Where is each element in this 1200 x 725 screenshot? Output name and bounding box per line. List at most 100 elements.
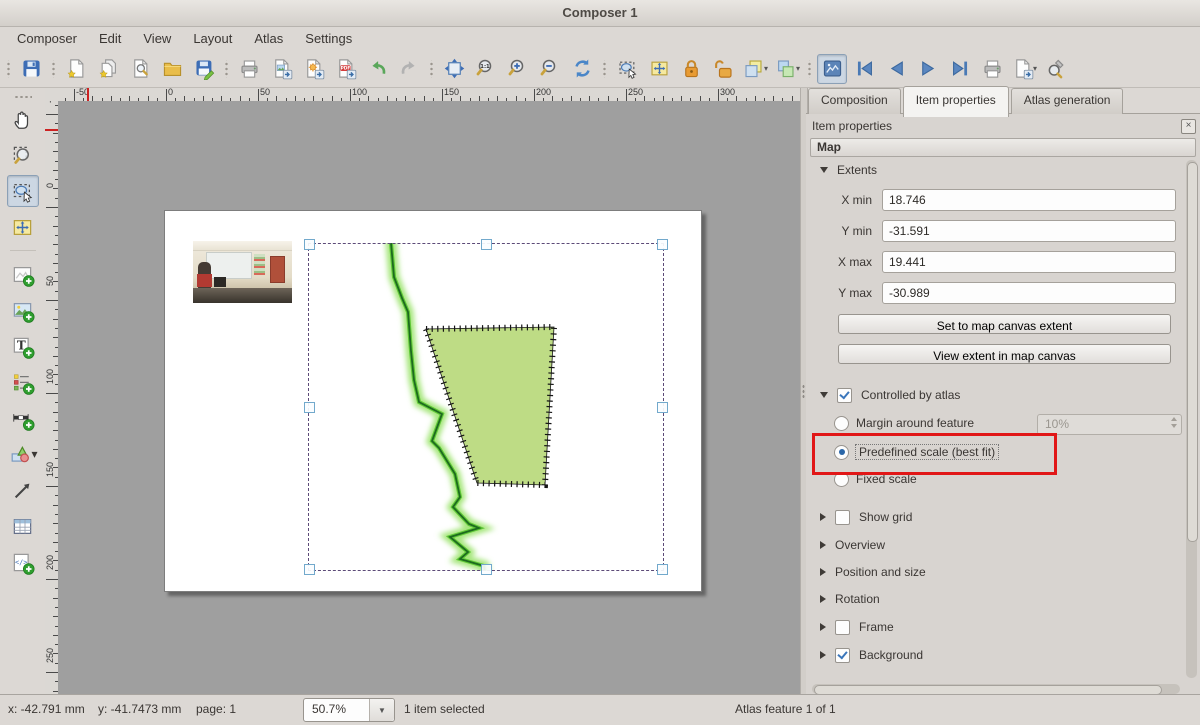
option-fixed-scale[interactable]: Fixed scale bbox=[834, 470, 917, 488]
resize-handle-n[interactable] bbox=[481, 239, 492, 250]
export-as-image-button[interactable] bbox=[266, 54, 296, 84]
predefined-scale-best-fit-radio[interactable] bbox=[834, 445, 849, 460]
zoom-button[interactable] bbox=[7, 139, 39, 171]
section-position-and-size[interactable]: Position and size bbox=[820, 563, 926, 581]
export-as-svg-button[interactable] bbox=[298, 54, 328, 84]
resize-handle-w[interactable] bbox=[304, 402, 315, 413]
save-button[interactable] bbox=[16, 54, 46, 84]
resize-handle-sw[interactable] bbox=[304, 564, 315, 575]
resize-handle-s[interactable] bbox=[481, 564, 492, 575]
select-move-item-button[interactable] bbox=[612, 54, 642, 84]
panel-horizontal-scrollbar[interactable] bbox=[812, 684, 1180, 694]
controlled-by-atlas-checkbox[interactable] bbox=[837, 388, 852, 403]
dropdown-arrow-icon[interactable]: ▾ bbox=[764, 64, 768, 73]
section-background[interactable]: Background bbox=[820, 646, 923, 664]
add-image-button[interactable] bbox=[7, 294, 39, 326]
spinner-arrows-icon[interactable] bbox=[1171, 417, 1177, 428]
atlas-preview-button[interactable] bbox=[817, 54, 847, 84]
margin-around-feature-radio[interactable] bbox=[834, 416, 849, 431]
add-new-map-button[interactable] bbox=[7, 258, 39, 290]
panel-vertical-scrollbar[interactable] bbox=[1186, 160, 1197, 678]
save-as-template-button[interactable] bbox=[189, 54, 219, 84]
resize-handle-se[interactable] bbox=[657, 564, 668, 575]
close-panel-icon[interactable]: × bbox=[1181, 119, 1196, 134]
section-frame[interactable]: Frame bbox=[820, 618, 894, 636]
menu-edit[interactable]: Edit bbox=[88, 29, 132, 48]
x-max-field[interactable] bbox=[882, 251, 1176, 273]
expander-right-icon[interactable] bbox=[820, 513, 826, 521]
print-atlas-button[interactable] bbox=[977, 54, 1007, 84]
add-legend-button[interactable] bbox=[7, 366, 39, 398]
duplicate-composition-button[interactable] bbox=[93, 54, 123, 84]
section-show-grid[interactable]: Show grid bbox=[820, 508, 912, 526]
margin-spinbox[interactable]: 10% bbox=[1037, 414, 1182, 435]
image-item[interactable] bbox=[193, 241, 292, 303]
resize-handle-ne[interactable] bbox=[657, 239, 668, 250]
export-as-pdf-button[interactable]: PDF bbox=[330, 54, 360, 84]
add-html-frame-button[interactable]: </> bbox=[7, 546, 39, 578]
option-predefined-scale-best-fit[interactable]: Predefined scale (best fit) bbox=[834, 443, 998, 461]
pan-button[interactable] bbox=[7, 103, 39, 135]
composition-canvas[interactable] bbox=[58, 101, 800, 694]
tab-item-properties[interactable]: Item properties bbox=[903, 86, 1009, 117]
expander-right-icon[interactable] bbox=[820, 568, 826, 576]
menu-settings[interactable]: Settings bbox=[294, 29, 363, 48]
zoom-in-button[interactable] bbox=[503, 54, 533, 84]
dropdown-arrow-icon[interactable]: ▾ bbox=[1033, 64, 1037, 73]
lock-items-button[interactable] bbox=[676, 54, 706, 84]
refresh-button[interactable] bbox=[567, 54, 597, 84]
resize-handle-e[interactable] bbox=[657, 402, 668, 413]
menu-atlas[interactable]: Atlas bbox=[243, 29, 294, 48]
menu-view[interactable]: View bbox=[132, 29, 182, 48]
zoom-out-button[interactable] bbox=[535, 54, 565, 84]
extents-group-header[interactable]: Extents bbox=[820, 162, 877, 178]
unlock-items-button[interactable] bbox=[708, 54, 738, 84]
x-min-field[interactable] bbox=[882, 189, 1176, 211]
map-item[interactable] bbox=[308, 243, 664, 571]
view-extent-in-map-canvas-button[interactable]: View extent in map canvas bbox=[838, 344, 1171, 364]
atlas-settings-button[interactable] bbox=[1041, 54, 1071, 84]
menu-composer[interactable]: Composer bbox=[6, 29, 88, 48]
section-rotation[interactable]: Rotation bbox=[820, 590, 880, 608]
show-grid-checkbox[interactable] bbox=[835, 510, 850, 525]
group-items-button[interactable]: ▾ bbox=[740, 54, 770, 84]
atlas-next-button[interactable] bbox=[913, 54, 943, 84]
dropdown-arrow-icon[interactable]: ▾ bbox=[31, 447, 37, 461]
tab-atlas-generation[interactable]: Atlas generation bbox=[1011, 88, 1124, 114]
zoom-1-1-button[interactable]: 1:1 bbox=[471, 54, 501, 84]
y-min-field[interactable] bbox=[882, 220, 1176, 242]
option-margin-around-feature[interactable]: Margin around feature bbox=[834, 414, 974, 432]
add-scalebar-button[interactable] bbox=[7, 402, 39, 434]
frame-checkbox[interactable] bbox=[835, 620, 850, 635]
composer-manager-button[interactable] bbox=[125, 54, 155, 84]
add-arrow-button[interactable] bbox=[7, 474, 39, 506]
move-item-content-button[interactable] bbox=[644, 54, 674, 84]
add-attribute-table-button[interactable] bbox=[7, 510, 39, 542]
expander-right-icon[interactable] bbox=[820, 623, 826, 631]
new-composition-button[interactable] bbox=[61, 54, 91, 84]
select-move-item-button[interactable] bbox=[7, 175, 39, 207]
atlas-first-button[interactable] bbox=[849, 54, 879, 84]
add-label-button[interactable]: T bbox=[7, 330, 39, 362]
load-from-template-button[interactable] bbox=[157, 54, 187, 84]
zoom-level-combobox[interactable]: 50.7% ▼ bbox=[303, 698, 395, 722]
redo-button[interactable] bbox=[394, 54, 424, 84]
tab-composition[interactable]: Composition bbox=[808, 88, 901, 114]
expander-right-icon[interactable] bbox=[820, 541, 826, 549]
fixed-scale-radio[interactable] bbox=[834, 472, 849, 487]
move-item-content-button[interactable] bbox=[7, 211, 39, 243]
undo-button[interactable] bbox=[362, 54, 392, 84]
background-checkbox[interactable] bbox=[835, 648, 850, 663]
controlled-by-atlas-header[interactable]: Controlled by atlas bbox=[820, 387, 960, 403]
atlas-prev-button[interactable] bbox=[881, 54, 911, 84]
resize-handle-nw[interactable] bbox=[304, 239, 315, 250]
print-button[interactable] bbox=[234, 54, 264, 84]
composition-page[interactable] bbox=[164, 210, 702, 592]
dropdown-arrow-icon[interactable]: ▾ bbox=[796, 64, 800, 73]
section-overview[interactable]: Overview bbox=[820, 536, 885, 554]
atlas-last-button[interactable] bbox=[945, 54, 975, 84]
expander-right-icon[interactable] bbox=[820, 651, 826, 659]
raise-items-button[interactable]: ▾ bbox=[772, 54, 802, 84]
scrollbar-thumb[interactable] bbox=[1187, 162, 1198, 542]
add-shape-button[interactable]: ▾ bbox=[7, 438, 39, 470]
